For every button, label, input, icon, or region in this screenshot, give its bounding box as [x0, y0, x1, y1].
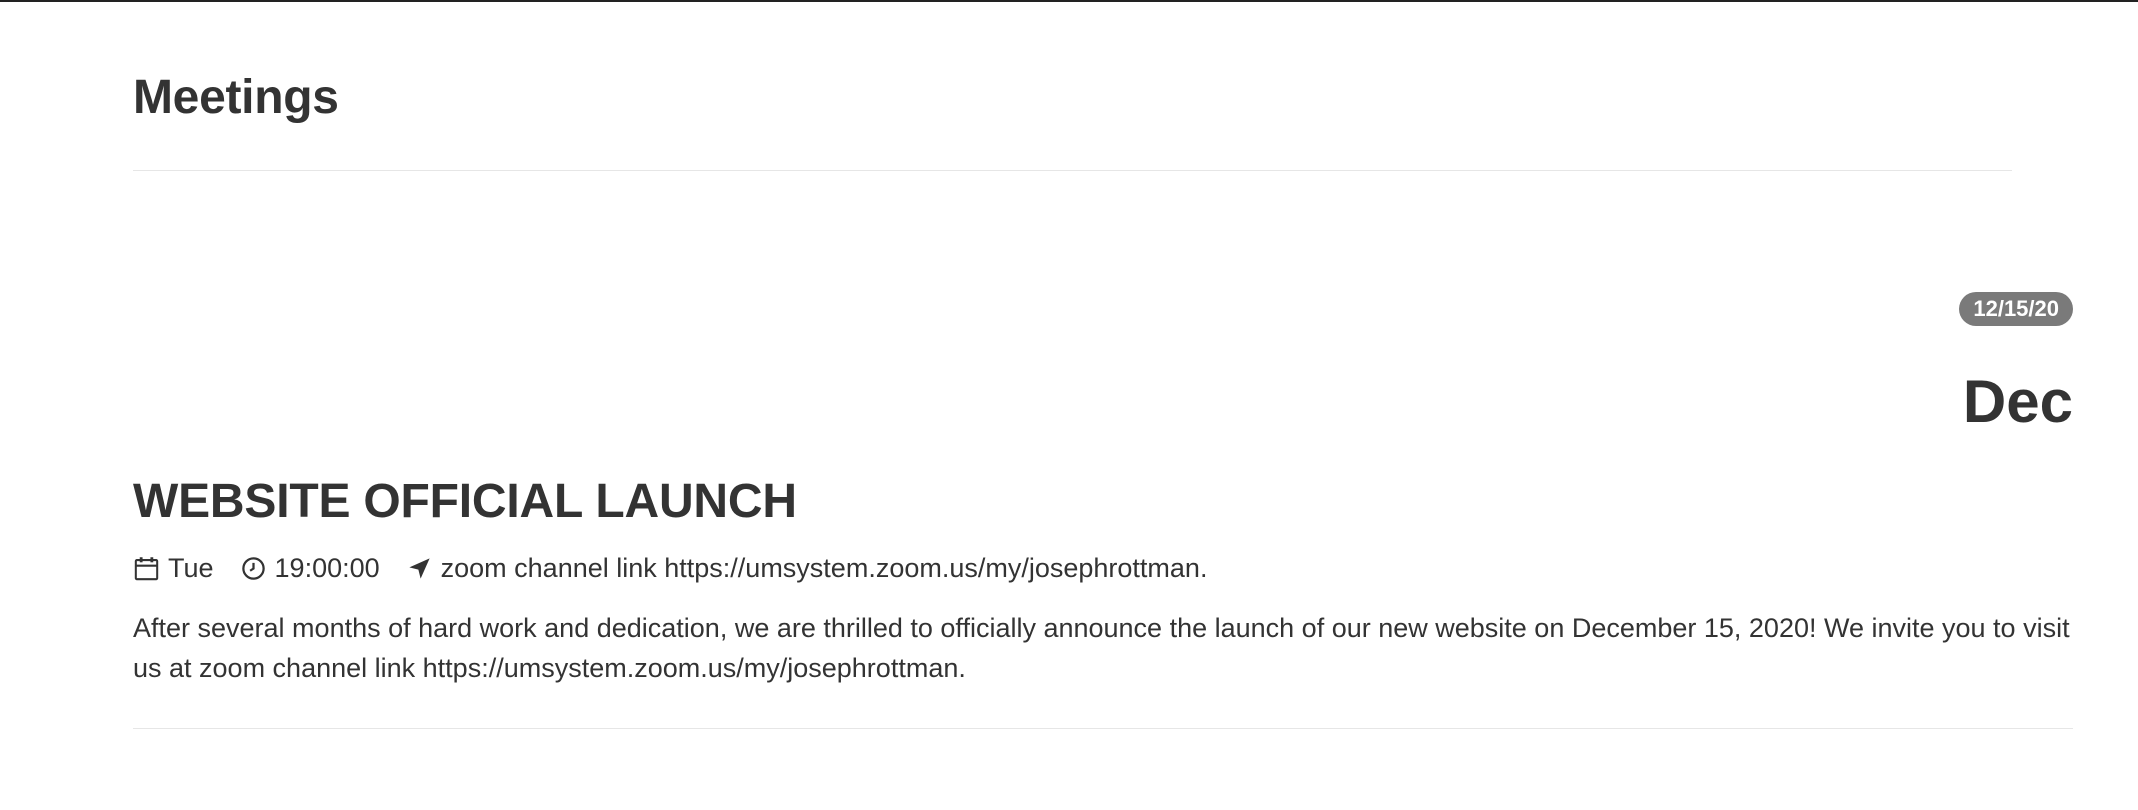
event-title[interactable]: WEBSITE OFFICIAL LAUNCH [133, 478, 797, 526]
event-meta: Tue 19:00:00 zoom channel link https://u… [133, 552, 1233, 584]
title-divider [133, 170, 2012, 171]
date-badge: 12/15/20 [1959, 292, 2073, 326]
event-time: 19:00:00 [240, 553, 380, 584]
event-day-label: Tue [168, 552, 214, 583]
event-description: After several months of hard work and de… [133, 613, 2070, 683]
clock-icon [240, 555, 267, 582]
page-title: Meetings [133, 71, 339, 124]
location-arrow-icon [406, 555, 433, 582]
calendar-icon [133, 555, 160, 582]
event-time-label: 19:00:00 [274, 552, 380, 583]
event-location-label[interactable]: zoom channel link https://umsystem.zoom.… [441, 553, 1208, 584]
meetings-page: Meetings 12/15/20 Dec WEBSITE OFFICIAL L… [133, 0, 2073, 810]
event-day: Tue [133, 553, 214, 584]
event-location: zoom channel link https://umsystem.zoom.… [406, 553, 1208, 584]
event-month: Dec [1962, 368, 2073, 435]
event-divider [133, 728, 2073, 729]
